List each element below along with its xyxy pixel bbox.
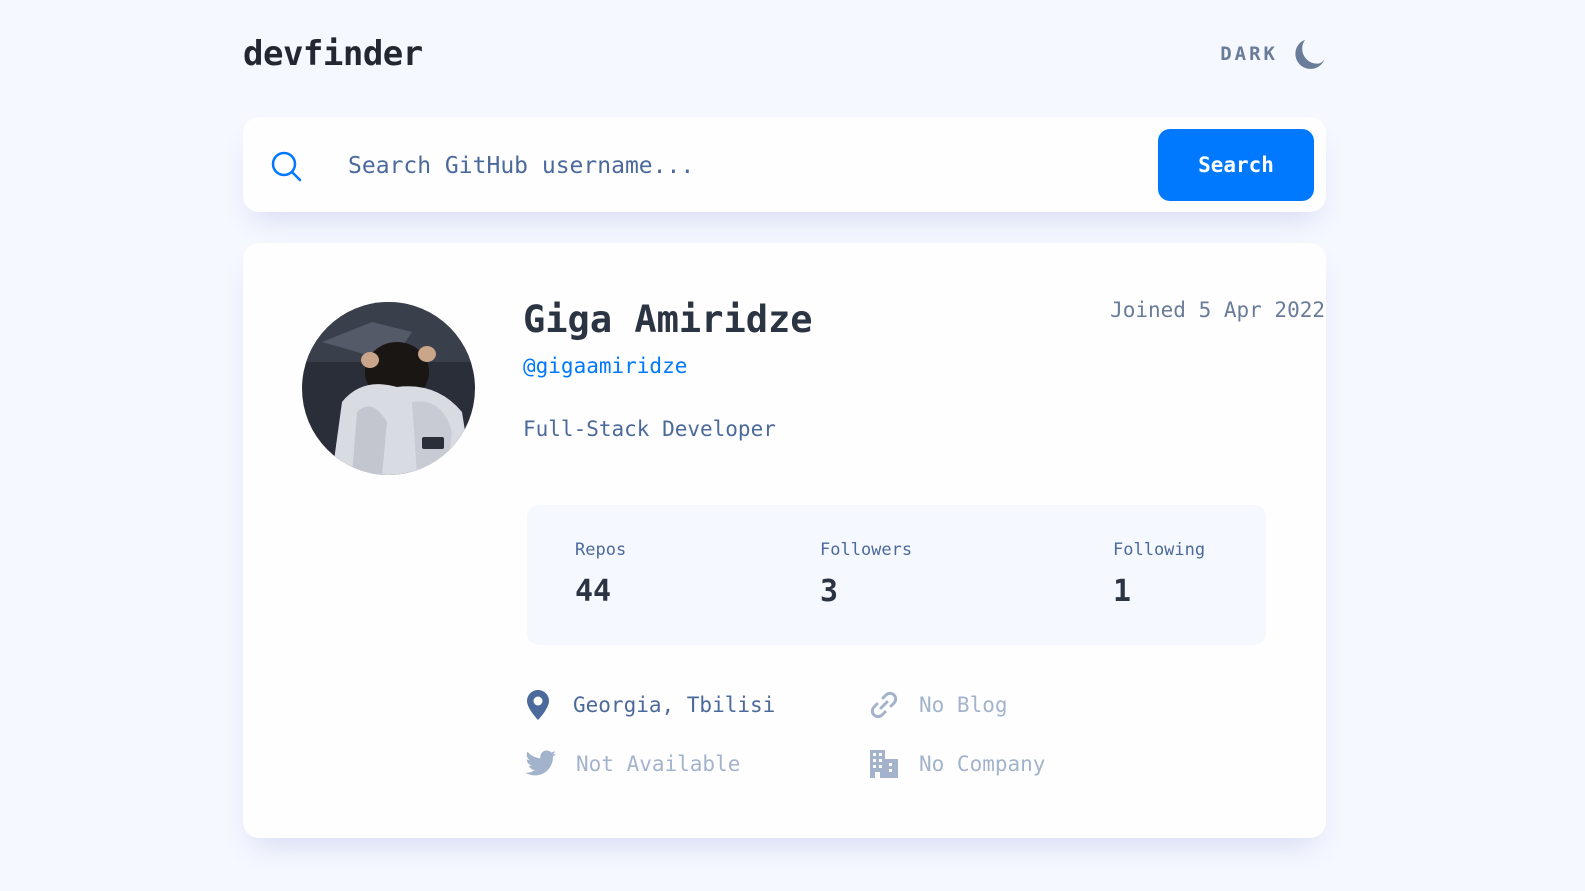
- search-input[interactable]: [346, 141, 1136, 191]
- stats-panel: [527, 505, 1266, 645]
- avatar: [302, 302, 475, 475]
- profile-bio: Full-Stack Developer: [523, 417, 776, 441]
- link-icon: [867, 688, 901, 722]
- app-header: devfinder DARK: [243, 30, 1326, 78]
- profile-name: Giga Amiridze: [523, 298, 813, 341]
- twitter-item: Not Available: [524, 747, 740, 781]
- theme-toggle-label: DARK: [1220, 43, 1278, 65]
- twitter-icon: [524, 747, 558, 781]
- company-text: No Company: [919, 752, 1046, 776]
- blog-text: No Blog: [919, 693, 1008, 717]
- moon-icon: [1295, 39, 1325, 69]
- app-logo: devfinder: [243, 34, 423, 74]
- stat-following-value: 1: [1113, 574, 1132, 609]
- joined-date: Joined 5 Apr 2022: [1110, 298, 1325, 322]
- search-icon: [271, 151, 302, 182]
- company-item: No Company: [867, 747, 1045, 781]
- blog-item: No Blog: [867, 688, 1008, 722]
- stat-followers-label: Followers: [820, 540, 913, 560]
- stat-followers-value: 3: [820, 574, 839, 609]
- stat-following-label: Following: [1113, 540, 1206, 560]
- stat-repos-label: Repos: [575, 540, 627, 560]
- location-pin-icon: [521, 688, 555, 722]
- search-button[interactable]: Search: [1158, 129, 1314, 201]
- twitter-text: Not Available: [576, 752, 741, 776]
- location-text: Georgia, Tbilisi: [573, 693, 776, 717]
- location-item: Georgia, Tbilisi: [521, 688, 775, 722]
- profile-handle-link[interactable]: @gigaamiridze: [523, 354, 687, 378]
- stat-repos-value: 44: [575, 574, 612, 609]
- theme-toggle-button[interactable]: DARK: [1220, 38, 1326, 70]
- building-icon: [867, 747, 901, 781]
